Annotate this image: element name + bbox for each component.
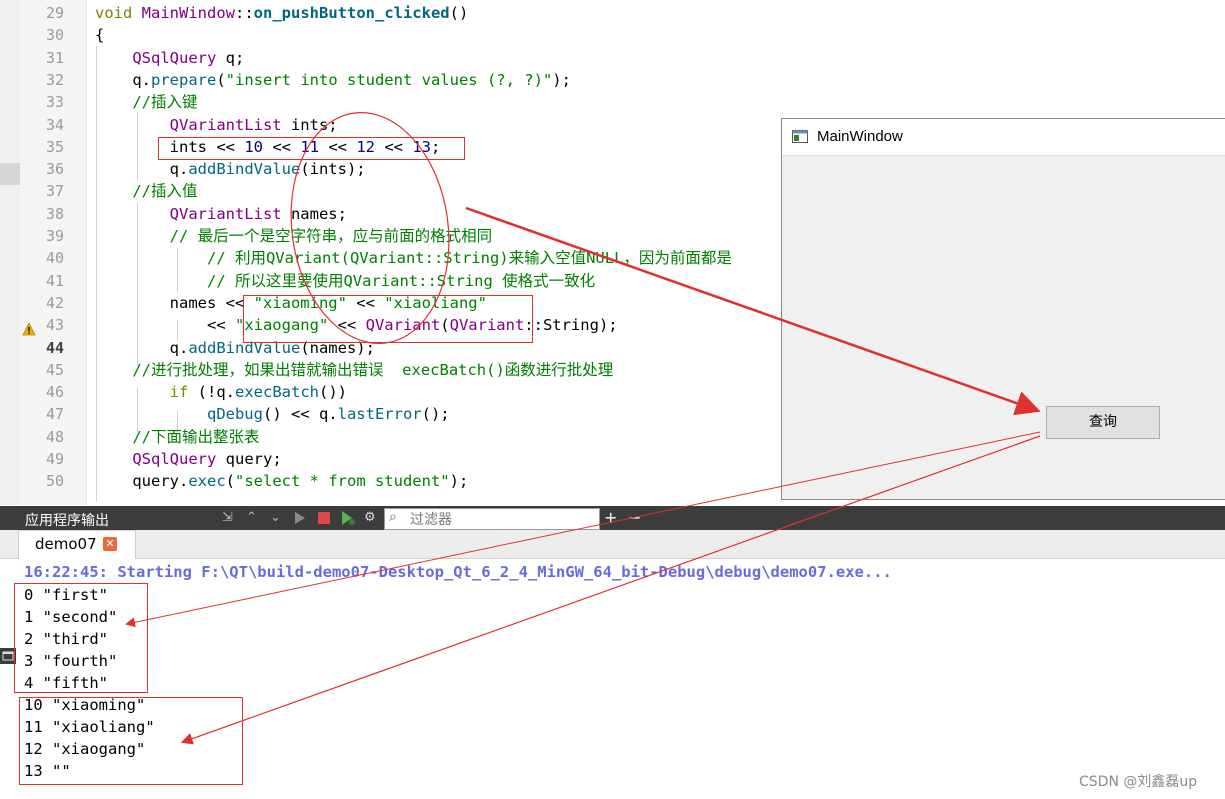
- annotation-arrow-to-first-rows: [125, 431, 1041, 628]
- annotation-ellipse: [290, 112, 450, 344]
- annotation-arrow-to-new-rows: [180, 435, 1041, 745]
- annotation-overlay: [125, 112, 1041, 745]
- annotation-arrow-to-button: [465, 206, 1041, 416]
- watermark: CSDN @刘鑫磊up: [1079, 774, 1198, 790]
